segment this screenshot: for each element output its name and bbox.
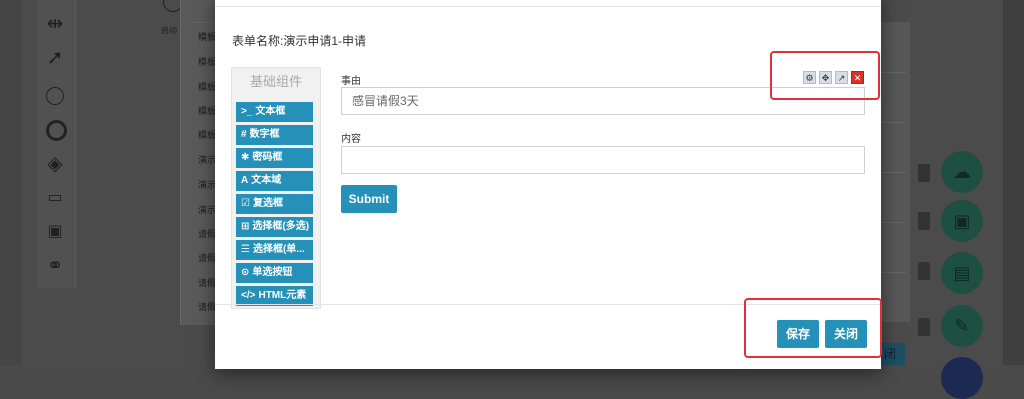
end-event-icon bbox=[46, 120, 67, 141]
link-icon: ⚭ bbox=[46, 255, 64, 277]
mini-marker bbox=[918, 318, 930, 336]
component-password-input[interactable]: ✱ 密码框 bbox=[236, 148, 313, 168]
font-icon: A bbox=[241, 175, 249, 186]
field-label-content: 内容 bbox=[341, 134, 361, 145]
save-icon[interactable]: ▣ bbox=[941, 200, 983, 242]
field-label-reason: 事由 bbox=[341, 76, 361, 87]
component-multi-select[interactable]: ⊞ 选择框(多选) bbox=[236, 217, 313, 237]
row-divider bbox=[880, 222, 906, 223]
circle-event-icon bbox=[46, 87, 64, 105]
list-icon: ☰ bbox=[241, 244, 250, 255]
mini-marker bbox=[918, 262, 930, 280]
highlight-box-footer-buttons bbox=[744, 298, 882, 358]
background-left-strip bbox=[0, 0, 22, 365]
more-icon[interactable] bbox=[941, 357, 983, 399]
component-html[interactable]: </> HTML元素 bbox=[236, 286, 313, 306]
highlight-box-field-tools bbox=[770, 51, 880, 100]
row-divider bbox=[880, 172, 906, 173]
code-icon: </> bbox=[241, 290, 256, 301]
component-label: HTML元素 bbox=[258, 290, 307, 301]
mini-marker bbox=[918, 212, 930, 230]
background-toolbar bbox=[37, 0, 76, 288]
mini-marker bbox=[918, 164, 930, 182]
split-horizontal-icon: ⇹ bbox=[46, 13, 64, 35]
component-panel-header: 基础组件 bbox=[249, 74, 302, 89]
service-task-icon: ▣ bbox=[47, 223, 63, 240]
component-checkbox[interactable]: ☑ 复选框 bbox=[236, 194, 313, 214]
component-label: 数字框 bbox=[249, 129, 280, 140]
component-panel: 基础组件 >_ 文本框 # 数字框 ✱ 密码框 A 文本域 ☑ 复选框 ⊞ 选择框(多选) … bbox=[231, 67, 321, 309]
plus-square-icon: ⊞ bbox=[241, 221, 250, 232]
row-divider bbox=[880, 122, 906, 123]
form-title: 表单名称:演示申请1-申请 bbox=[232, 34, 367, 48]
content-input[interactable] bbox=[341, 146, 865, 174]
component-label: 选择框(多选) bbox=[252, 221, 310, 232]
terminal-icon: >_ bbox=[241, 106, 253, 117]
submit-button[interactable]: Submit bbox=[341, 185, 397, 213]
user-task-icon: ▭ bbox=[47, 189, 63, 206]
modal-header-divider bbox=[215, 6, 881, 7]
radio-icon: ⊙ bbox=[241, 267, 250, 278]
edit-icon[interactable]: ✎ bbox=[941, 305, 983, 347]
row-divider bbox=[880, 272, 906, 273]
hash-icon: # bbox=[241, 129, 247, 140]
start-event-label: 启动 bbox=[161, 26, 177, 35]
component-label: 复选框 bbox=[252, 198, 283, 209]
cloud-upload-icon[interactable]: ☁ bbox=[941, 151, 983, 193]
component-textarea[interactable]: A 文本域 bbox=[236, 171, 313, 191]
gateway-icon: ◈ bbox=[47, 153, 63, 175]
component-label: 单选按钮 bbox=[252, 267, 293, 278]
asterisk-icon: ✱ bbox=[241, 152, 250, 163]
row-divider bbox=[880, 72, 906, 73]
page-frame-right bbox=[1003, 0, 1024, 365]
component-label: 密码框 bbox=[252, 152, 283, 163]
component-radio[interactable]: ⊙ 单选按钮 bbox=[236, 263, 313, 283]
component-number-input[interactable]: # 数字框 bbox=[236, 125, 313, 145]
component-label: 选择框(单... bbox=[252, 244, 305, 255]
checkbox-icon: ☑ bbox=[241, 198, 250, 209]
arrow-icon: ➚ bbox=[46, 47, 64, 69]
component-label: 文本框 bbox=[255, 106, 286, 117]
component-text-input[interactable]: >_ 文本框 bbox=[236, 102, 313, 122]
clipboard-icon[interactable]: ▤ bbox=[941, 252, 983, 294]
component-label: 文本域 bbox=[251, 175, 282, 186]
component-single-select[interactable]: ☰ 选择框(单... bbox=[236, 240, 313, 260]
